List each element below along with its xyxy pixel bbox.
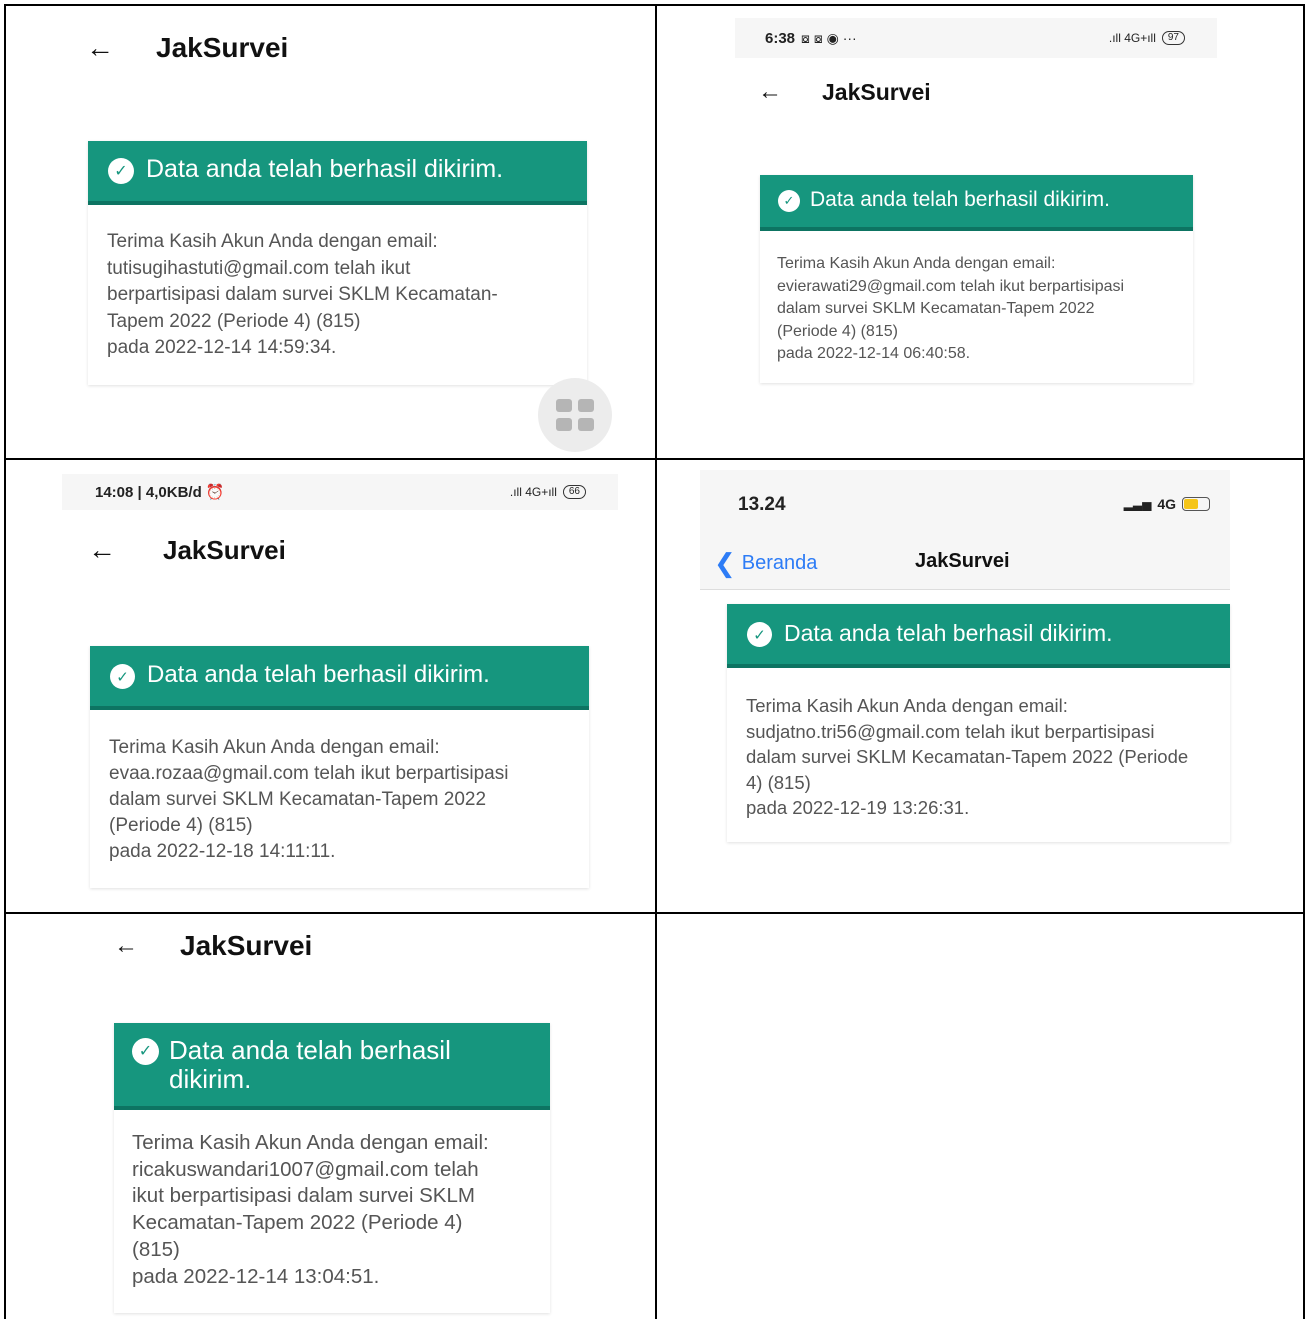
- grid-divider-row1: [4, 458, 1305, 460]
- success-banner: ✓ Data anda telah berhasil dikirim.: [760, 175, 1193, 231]
- back-arrow-icon[interactable]: ←: [114, 932, 180, 960]
- success-message: Data anda telah berhasil dikirim.: [147, 661, 490, 688]
- app-title: JakSurvei: [915, 550, 1010, 572]
- grid-border-left: [4, 4, 6, 1319]
- check-circle-icon: ✓: [132, 1038, 159, 1065]
- check-circle-icon: ✓: [747, 622, 772, 647]
- grid-icon: [556, 399, 572, 412]
- card-body: Terima Kasih Akun Anda dengan email: sud…: [727, 668, 1230, 846]
- signal-icon: .ıll 4G+ıll: [1108, 31, 1156, 45]
- grid-icon-cell: [578, 418, 594, 431]
- card-body: Terima Kasih Akun Anda dengan email: tut…: [88, 205, 587, 386]
- success-banner: ✓ Data anda telah berhasil dikirim.: [114, 1023, 550, 1110]
- status-right: .ıll 4G+ıll 97: [1109, 31, 1185, 45]
- check-circle-icon: ✓: [110, 664, 135, 689]
- success-card: ✓ Data anda telah berhasil dikirim. Teri…: [90, 646, 589, 888]
- success-banner: ✓ Data anda telah berhasil dikirim.: [90, 646, 589, 710]
- success-card: ✓ Data anda telah berhasil dikirim. Teri…: [760, 175, 1193, 383]
- confirmation-text: Terima Kasih Akun Anda dengan email: evi…: [777, 255, 1125, 362]
- success-banner: ✓ Data anda telah berhasil dikirim.: [88, 141, 587, 205]
- status-time: 14:08 | 4,0KB/d ⏰: [95, 484, 225, 501]
- app-title: JakSurvei: [180, 930, 313, 961]
- success-message: Data anda telah berhasil dikirim.: [169, 1035, 451, 1094]
- check-circle-icon: ✓: [108, 158, 134, 184]
- grid-divider-vertical: [655, 4, 657, 1319]
- grid-border-right: [1303, 4, 1305, 1319]
- battery-icon: 97: [1161, 31, 1185, 45]
- status-bar: 6:38 ⧇ ⧇ ◉ ··· .ıll 4G+ıll 97: [735, 18, 1217, 58]
- confirmation-text: Terima Kasih Akun Anda dengan email: eva…: [109, 737, 509, 862]
- signal-icon: .ıll 4G+ıll: [509, 485, 557, 499]
- status-time: 6:38: [765, 29, 796, 47]
- back-label: Beranda: [741, 552, 818, 574]
- battery-icon: 66: [562, 485, 586, 499]
- grid-icon-cell: [578, 399, 594, 412]
- success-message: Data anda telah berhasil dikirim.: [810, 188, 1110, 211]
- status-right: .ıll 4G+ıll 66: [510, 485, 586, 499]
- card-body: Terima Kasih Akun Anda dengan email: ric…: [114, 1110, 550, 1310]
- success-banner: ✓ Data anda telah berhasil dikirim.: [727, 604, 1230, 668]
- app-title: JakSurvei: [163, 534, 286, 565]
- grid-icon-cell: [556, 418, 572, 431]
- ios-navigation-bar: 13.24 ▂▃▅ 4G ❮ Beranda JakSurvei: [700, 470, 1230, 590]
- notification-icons: ⧇ ⧇ ◉ ···: [801, 29, 857, 46]
- success-message: Data anda telah berhasil dikirim.: [784, 620, 1113, 646]
- signal-bars-icon: ▂▃▅: [1123, 497, 1152, 511]
- success-card: ✓ Data anda telah berhasil dikirim. Teri…: [88, 141, 587, 385]
- network-label: 4G: [1157, 496, 1176, 512]
- app-bar: ← JakSurvei: [88, 534, 286, 566]
- success-card: ✓ Data anda telah berhasil dikirim. Teri…: [727, 604, 1230, 842]
- status-bar: 14:08 | 4,0KB/d ⏰ .ıll 4G+ıll 66: [62, 474, 618, 510]
- back-arrow-icon[interactable]: ←: [88, 534, 163, 566]
- back-arrow-icon[interactable]: ←: [86, 32, 156, 64]
- confirmation-text: Terima Kasih Akun Anda dengan email: sud…: [746, 695, 1189, 818]
- app-bar: ← JakSurvei: [758, 78, 931, 106]
- grid-divider-row2: [4, 912, 1305, 914]
- app-bar: ← JakSurvei: [86, 32, 288, 64]
- app-title: JakSurvei: [822, 78, 931, 105]
- back-arrow-icon[interactable]: ←: [758, 78, 822, 106]
- confirmation-text: Terima Kasih Akun Anda dengan email: ric…: [132, 1131, 489, 1288]
- status-time: 13.24: [738, 494, 786, 515]
- card-body: Terima Kasih Akun Anda dengan email: evi…: [760, 231, 1193, 388]
- confirmation-text: Terima Kasih Akun Anda dengan email: tut…: [107, 231, 498, 358]
- back-button[interactable]: ❮ Beranda: [714, 548, 817, 579]
- chevron-left-icon: ❮: [714, 548, 736, 578]
- app-title: JakSurvei: [156, 32, 289, 63]
- apps-grid-button[interactable]: [538, 378, 612, 452]
- card-body: Terima Kasih Akun Anda dengan email: eva…: [90, 710, 589, 890]
- check-circle-icon: ✓: [778, 190, 800, 212]
- app-bar: ← JakSurvei: [114, 930, 312, 962]
- success-card: ✓ Data anda telah berhasil dikirim. Teri…: [114, 1023, 550, 1313]
- success-message: Data anda telah berhasil dikirim.: [146, 155, 504, 183]
- status-right: ▂▃▅ 4G: [1124, 496, 1210, 512]
- battery-icon: [1182, 497, 1210, 511]
